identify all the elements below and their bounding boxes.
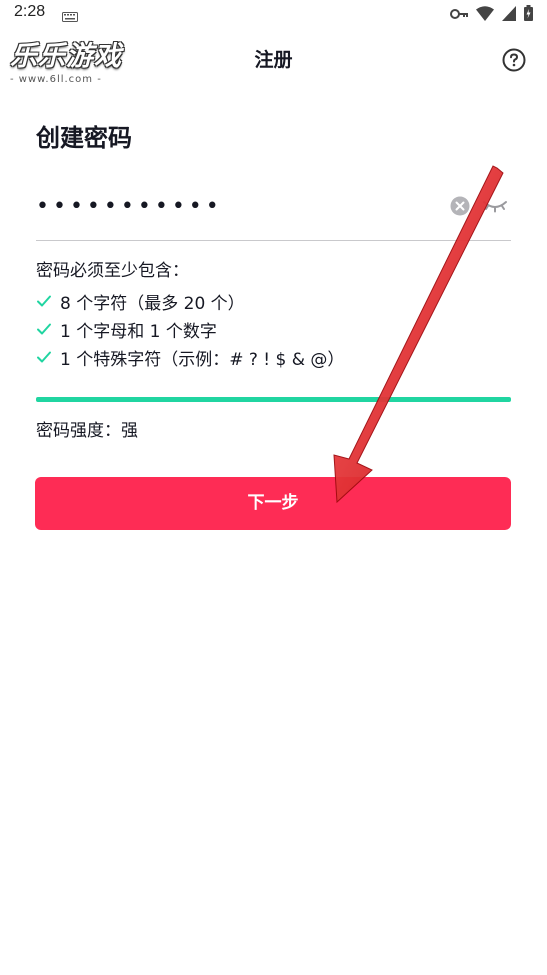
status-bar: 2:28 xyxy=(0,0,547,26)
checkmark-icon xyxy=(37,351,51,363)
next-button[interactable]: 下一步 xyxy=(35,477,511,530)
requirement-text: 1 个字母和 1 个数字 xyxy=(60,321,217,342)
password-input[interactable] xyxy=(36,186,436,226)
help-icon[interactable] xyxy=(502,48,526,72)
requirement-text: 1 个特殊字符（示例：# ? ! $ & @） xyxy=(60,349,345,370)
page-title: 注册 xyxy=(254,49,293,71)
battery-icon xyxy=(524,5,533,25)
password-field-row xyxy=(36,186,511,241)
requirement-item: 1 个特殊字符（示例：# ? ! $ & @） xyxy=(36,343,344,371)
requirement-item: 1 个字母和 1 个数字 xyxy=(36,315,344,343)
checkmark-icon xyxy=(37,295,51,307)
requirements-title: 密码必须至少包含： xyxy=(36,261,189,281)
signal-icon xyxy=(502,5,516,25)
eye-closed-icon[interactable] xyxy=(482,196,508,216)
wifi-icon xyxy=(476,5,494,25)
checkmark-icon xyxy=(37,323,51,335)
watermark-url: - www.6ll.com - xyxy=(10,74,102,85)
keyboard-icon xyxy=(62,7,78,26)
strength-bar xyxy=(36,397,511,402)
strength-indicator: 密码强度：强 xyxy=(36,416,138,441)
requirement-item: 8 个字符（最多 20 个） xyxy=(36,287,344,315)
key-icon xyxy=(450,6,468,25)
status-time: 2:28 xyxy=(14,3,46,20)
requirement-text: 8 个字符（最多 20 个） xyxy=(60,293,245,314)
create-password-heading: 创建密码 xyxy=(36,124,132,152)
requirements-list: 8 个字符（最多 20 个） 1 个字母和 1 个数字 1 个特殊字符（示例：#… xyxy=(36,287,344,371)
strength-label: 密码强度： xyxy=(36,421,121,441)
status-icons xyxy=(450,5,533,25)
strength-value: 强 xyxy=(121,421,138,441)
clear-icon[interactable] xyxy=(450,196,470,216)
